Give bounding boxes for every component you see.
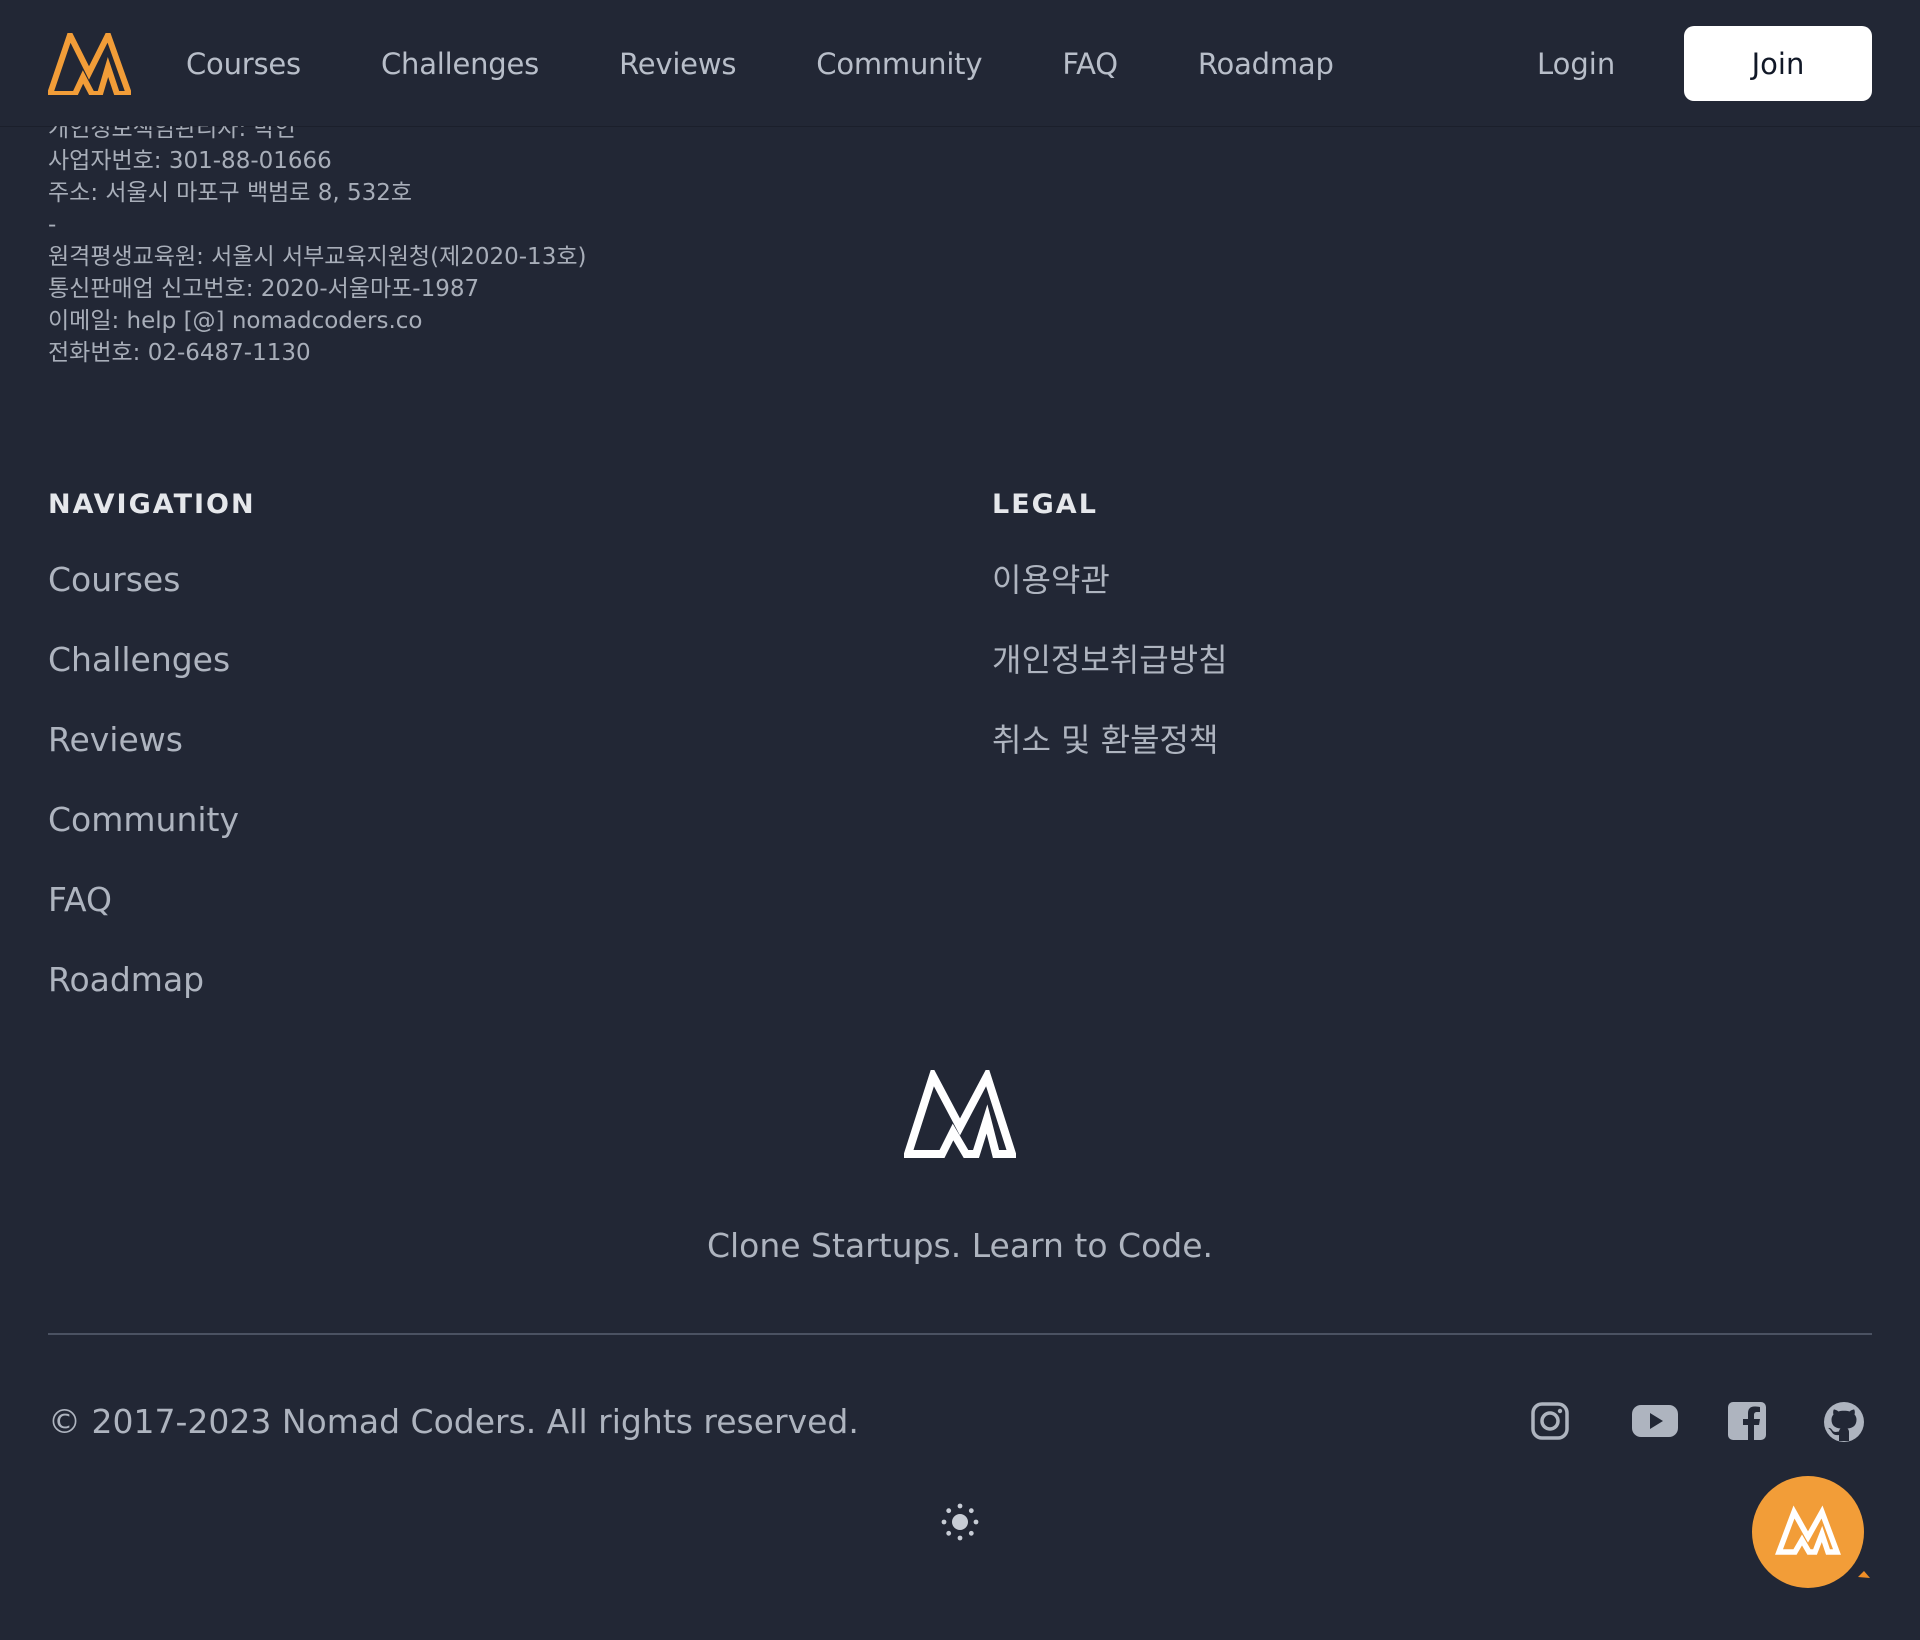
company-info-address: 주소: 서울시 마포구 백범로 8, 532호	[48, 180, 413, 206]
footer-link-terms[interactable]: 이용약관	[992, 561, 1110, 599]
company-info-ecommerce-number: 통신판매업 신고번호: 2020-서울마포-1987	[48, 276, 480, 302]
join-button[interactable]: Join	[1684, 26, 1872, 101]
list-item: 개인정보취급방침	[992, 620, 1228, 700]
footer-link-roadmap[interactable]: Roadmap	[48, 960, 204, 999]
footer-navigation-list: Courses Challenges Reviews Community FAQ…	[48, 540, 256, 1020]
logo-mark	[48, 33, 131, 95]
nav-link-community[interactable]: Community	[816, 47, 982, 81]
list-item: Courses	[48, 540, 256, 620]
footer-link-community[interactable]: Community	[48, 800, 239, 839]
nav-link-roadmap[interactable]: Roadmap	[1198, 47, 1334, 81]
company-info-phone: 전화번호: 02-6487-1130	[48, 340, 311, 366]
copyright-text: © 2017-2023 Nomad Coders. All rights res…	[48, 1402, 859, 1441]
company-info: 개인정보책임관리자: 박인 사업자번호: 301-88-01666 주소: 서울…	[48, 113, 748, 369]
company-info-education-registration: 원격평생교육원: 서울시 서부교육지원청(제2020-13호)	[48, 244, 587, 270]
facebook-icon[interactable]	[1727, 1401, 1767, 1441]
nav-link-faq[interactable]: FAQ	[1062, 47, 1118, 81]
list-item: Challenges	[48, 620, 256, 700]
footer-divider	[48, 1333, 1872, 1335]
footer-legal-list: 이용약관 개인정보취급방침 취소 및 환불정책	[992, 540, 1228, 780]
list-item: Reviews	[48, 700, 256, 780]
footer-link-courses[interactable]: Courses	[48, 560, 180, 599]
login-link[interactable]: Login	[1537, 40, 1615, 88]
nav-link-challenges[interactable]: Challenges	[381, 47, 539, 81]
company-info-separator: -	[48, 212, 57, 238]
primary-nav: Courses Challenges Reviews Community FAQ…	[186, 40, 1334, 88]
footer-navigation-column: NAVIGATION Courses Challenges Reviews Co…	[48, 486, 256, 1020]
instagram-icon[interactable]	[1530, 1401, 1570, 1441]
company-info-business-number: 사업자번호: 301-88-01666	[48, 148, 332, 174]
github-icon[interactable]	[1823, 1401, 1865, 1443]
footer-link-challenges[interactable]: Challenges	[48, 640, 230, 679]
list-item: Roadmap	[48, 940, 256, 1020]
list-item: Community	[48, 780, 256, 860]
footer-legal-heading: LEGAL	[992, 489, 1098, 520]
chat-bubble-logo-icon[interactable]	[1752, 1474, 1872, 1594]
footer-link-refund-policy[interactable]: 취소 및 환불정책	[992, 721, 1218, 759]
nomad-coders-logo-icon[interactable]	[48, 33, 131, 95]
footer-link-reviews[interactable]: Reviews	[48, 720, 183, 759]
company-info-email: 이메일: help [@] nomadcoders.co	[48, 308, 423, 334]
sun-icon[interactable]	[938, 1500, 982, 1544]
footer-legal-column: LEGAL 이용약관 개인정보취급방침 취소 및 환불정책	[992, 486, 1228, 780]
youtube-icon[interactable]	[1632, 1403, 1678, 1439]
list-item: FAQ	[48, 860, 256, 940]
footer-link-faq[interactable]: FAQ	[48, 880, 112, 919]
nav-link-reviews[interactable]: Reviews	[619, 47, 736, 81]
footer-logo-icon	[904, 1070, 1016, 1158]
footer-tagline: Clone Startups. Learn to Code.	[706, 1226, 1214, 1265]
nav-link-courses[interactable]: Courses	[186, 47, 301, 81]
footer-logo-mark	[904, 1070, 1016, 1158]
footer-navigation-heading: NAVIGATION	[48, 489, 256, 520]
footer-link-privacy-policy[interactable]: 개인정보취급방침	[992, 641, 1228, 679]
list-item: 이용약관	[992, 540, 1228, 620]
top-navigation-bar: Courses Challenges Reviews Community FAQ…	[0, 0, 1920, 126]
list-item: 취소 및 환불정책	[992, 700, 1228, 780]
